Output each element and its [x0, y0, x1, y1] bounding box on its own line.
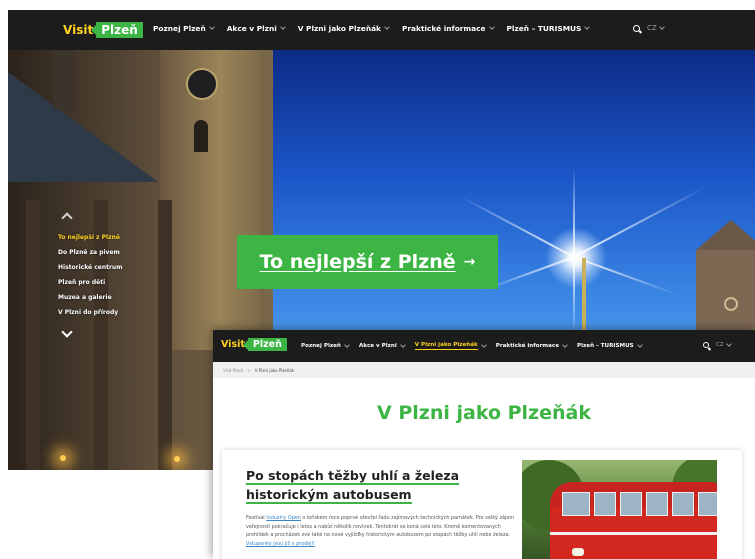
- language-code: CZ: [716, 342, 724, 348]
- menu-item-label: Akce v Plzni: [226, 24, 277, 33]
- logo-visit-text: Visit: [221, 339, 245, 350]
- chevron-down-icon[interactable]: [61, 326, 73, 338]
- breadcrumb-home-link[interactable]: Visit Plzeň: [223, 368, 243, 373]
- menu-item-poznej-plzen[interactable]: Poznej Plzeň: [301, 341, 350, 349]
- menu-item-label: Poznej Plzeň: [301, 343, 341, 349]
- chevron-up-icon[interactable]: [61, 212, 73, 224]
- menu-item-label: Plzeň – TURISMUS: [506, 24, 582, 33]
- menu-item-label: Plzeň – TURISMUS: [577, 343, 634, 349]
- site-logo[interactable]: Visit Plzeň: [221, 338, 287, 351]
- tower-clock: [186, 68, 218, 100]
- tickets-link[interactable]: Vstupenky jsou již v prodeji!: [246, 541, 315, 547]
- chevron-down-icon: [208, 24, 215, 30]
- menu-item-akce-v-plzni[interactable]: Akce v Plzni: [226, 24, 286, 33]
- menu-item-akce-v-plzni[interactable]: Akce v Plzni: [358, 341, 406, 349]
- sun-flare: [546, 228, 606, 288]
- hero-slide-navigation: To nejlepší z Plzně Do Plzně za pivem Hi…: [58, 212, 122, 338]
- logo-city-badge: Plzeň: [96, 22, 143, 38]
- logo-visit-text: Visit: [63, 23, 94, 37]
- chevron-down-icon: [636, 341, 643, 348]
- screenshot-collage: Visit Plzeň Poznej Plzeň Akce v Plzni V …: [0, 0, 755, 559]
- language-selector[interactable]: CZ: [716, 340, 732, 348]
- menu-item-label: Praktické informace: [495, 343, 559, 349]
- header-tools: CZ: [633, 23, 665, 32]
- breadcrumb-current: V Plzni jako Plzeňák: [254, 367, 295, 373]
- arrow-right-icon: →: [463, 254, 476, 270]
- street-lamp-glow: [60, 455, 66, 461]
- cathedral-buttress: [26, 200, 40, 470]
- chevron-down-icon: [562, 341, 568, 348]
- menu-item-label: Praktické informace: [401, 24, 486, 33]
- menu-item-plzen-turismus[interactable]: Plzeň – TURISMUS: [577, 341, 643, 349]
- slide-link-priroda[interactable]: V Plzni do přírody: [58, 309, 118, 316]
- cathedral-buttress: [158, 200, 172, 470]
- article-image-historic-bus[interactable]: [522, 460, 717, 559]
- chevron-down-icon: [384, 24, 390, 30]
- main-menu: Poznej Plzeň Akce v Plzni V Plzni jako P…: [301, 341, 643, 350]
- search-icon[interactable]: [633, 24, 640, 32]
- bus-window: [646, 492, 668, 516]
- hero-cta-button[interactable]: To nejlepší z Plzně →: [237, 235, 498, 289]
- chevron-down-icon: [480, 341, 487, 348]
- chevron-down-icon: [658, 23, 665, 30]
- article-card[interactable]: Po stopách těžby uhlí a železa historick…: [222, 450, 742, 559]
- article-title-text: Po stopách těžby uhlí a železa historick…: [246, 468, 460, 504]
- slide-link-historicke-centrum[interactable]: Historické centrum: [58, 264, 122, 271]
- section-page-screenshot: Visit Plzeň Poznej Plzeň Akce v Plzni V …: [213, 330, 755, 559]
- article-perex: Festival Industry Open v loňském roce po…: [246, 514, 516, 548]
- street-lamp-glow: [174, 456, 180, 462]
- menu-item-label: V Plzni jako Plzeňák: [297, 24, 381, 33]
- bus-window: [698, 492, 717, 516]
- chevron-down-icon: [584, 24, 591, 30]
- main-menu: Poznej Plzeň Akce v Plzni V Plzni jako P…: [153, 24, 591, 33]
- menu-item-plzen-turismus[interactable]: Plzeň – TURISMUS: [506, 24, 591, 33]
- chevron-down-icon: [399, 341, 406, 348]
- perex-text: Festival: [246, 515, 267, 521]
- top-navigation-bar: Visit Plzeň Poznej Plzeň Akce v Plzni V …: [8, 10, 755, 50]
- menu-item-v-plzni-jako-plzenak[interactable]: V Plzni jako Plzeňák: [297, 24, 390, 33]
- language-code: CZ: [647, 24, 657, 32]
- bus-window: [672, 492, 694, 516]
- slide-link-plzen-pro-deti[interactable]: Plzeň pro děti: [58, 279, 105, 286]
- chevron-down-icon: [488, 24, 495, 30]
- menu-item-prakticke-informace[interactable]: Praktické informace: [495, 341, 568, 349]
- top-navigation-bar: Visit Plzeň Poznej Plzeň Akce v Plzni V …: [213, 330, 755, 362]
- menu-item-label: Poznej Plzeň: [153, 24, 206, 33]
- slide-link-muzea-a-galerie[interactable]: Muzea a galerie: [58, 294, 112, 301]
- industry-open-link[interactable]: Industry Open: [266, 515, 301, 521]
- hero-cta-label: To nejlepší z Plzně: [259, 251, 456, 273]
- logo-city-badge: Plzeň: [247, 338, 287, 351]
- breadcrumb: Visit Plzeň > V Plzni jako Plzeňák: [213, 362, 755, 378]
- search-icon[interactable]: [703, 342, 709, 348]
- article-title[interactable]: Po stopách těžby uhlí a železa historick…: [246, 466, 516, 504]
- tower-window: [194, 120, 208, 152]
- gable-ornament: [724, 297, 738, 311]
- site-logo[interactable]: Visit Plzeň: [63, 22, 143, 38]
- bus-window: [594, 492, 616, 516]
- bus-stripe: [550, 532, 717, 535]
- menu-item-label: Akce v Plzni: [358, 343, 397, 349]
- breadcrumb-separator: >: [247, 367, 251, 373]
- menu-item-prakticke-informace[interactable]: Praktické informace: [401, 24, 495, 33]
- slide-link-to-nejlepsi[interactable]: To nejlepší z Plzně: [58, 234, 120, 241]
- slide-link-pivo[interactable]: Do Plzně za pivem: [58, 249, 120, 256]
- chevron-down-icon: [279, 24, 286, 30]
- page-title: V Plzni jako Plzeňák: [377, 402, 591, 424]
- chevron-down-icon: [344, 341, 350, 348]
- chevron-down-icon: [725, 340, 732, 347]
- menu-item-poznej-plzen[interactable]: Poznej Plzeň: [153, 24, 215, 33]
- bus-headlight: [572, 548, 584, 556]
- menu-item-v-plzni-jako-plzenak[interactable]: V Plzni jako Plzeňák: [414, 341, 487, 350]
- language-selector[interactable]: CZ: [647, 23, 665, 32]
- header-tools: CZ: [703, 340, 732, 348]
- cathedral-roof: [8, 72, 158, 182]
- cathedral-spire: [54, 50, 74, 110]
- bus-window: [562, 492, 590, 516]
- menu-item-label: V Plzni jako Plzeňák: [414, 342, 478, 350]
- bus-window: [620, 492, 642, 516]
